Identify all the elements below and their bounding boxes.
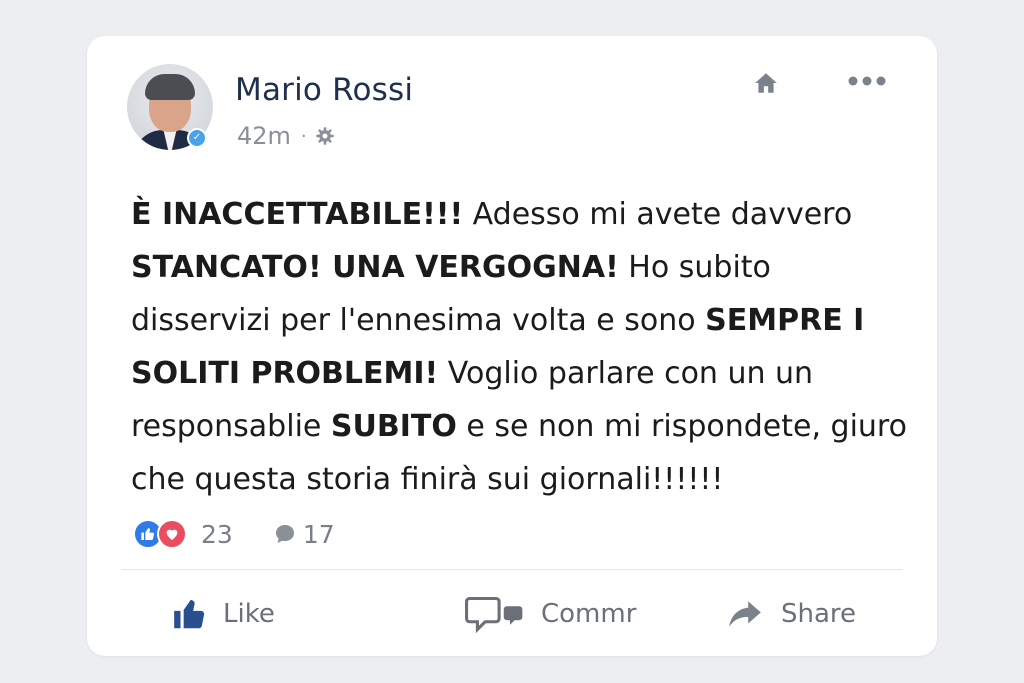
verified-badge-icon: ✓ [187,128,207,148]
meta-separator: · [300,125,307,147]
share-button[interactable]: Share [723,592,856,636]
more-icon[interactable] [845,68,889,94]
heart-icon [157,519,187,549]
post-text-segment: Adesso mi avete davvero [463,197,853,232]
comment-bubble-icon [275,525,294,543]
post-text-segment: È INACCETTABILE!!! [131,197,464,232]
like-button[interactable]: Like [171,592,275,636]
author-name[interactable]: Mario Rossi [235,72,413,108]
comments-count[interactable]: 17 [303,520,335,549]
comment-icon [465,596,523,633]
gear-icon [315,127,334,145]
comment-label: Commr [541,599,637,629]
post-text-segment: SUBITO [330,409,457,444]
avatar-hair [145,74,195,100]
post-text: È INACCETTABILE!!! Adesso mi avete davve… [131,188,911,506]
reactions-summary[interactable]: 23 17 [133,518,335,550]
reactions-count: 23 [201,519,233,549]
share-label: Share [781,599,857,629]
like-label: Like [223,599,275,629]
post-text-segment: STANCATO! UNA VERGOGNA! [131,250,619,285]
thumbs-up-icon [174,599,205,629]
divider [121,569,903,570]
share-arrow-icon [729,601,761,627]
post-time[interactable]: 42m [237,122,291,150]
home-icon[interactable] [753,70,779,96]
comment-button[interactable]: Commr [465,592,636,636]
post-card: ✓ Mario Rossi 42m · È INACCETTABILE!!! A… [87,36,937,656]
post-meta: 42m · [237,122,335,150]
